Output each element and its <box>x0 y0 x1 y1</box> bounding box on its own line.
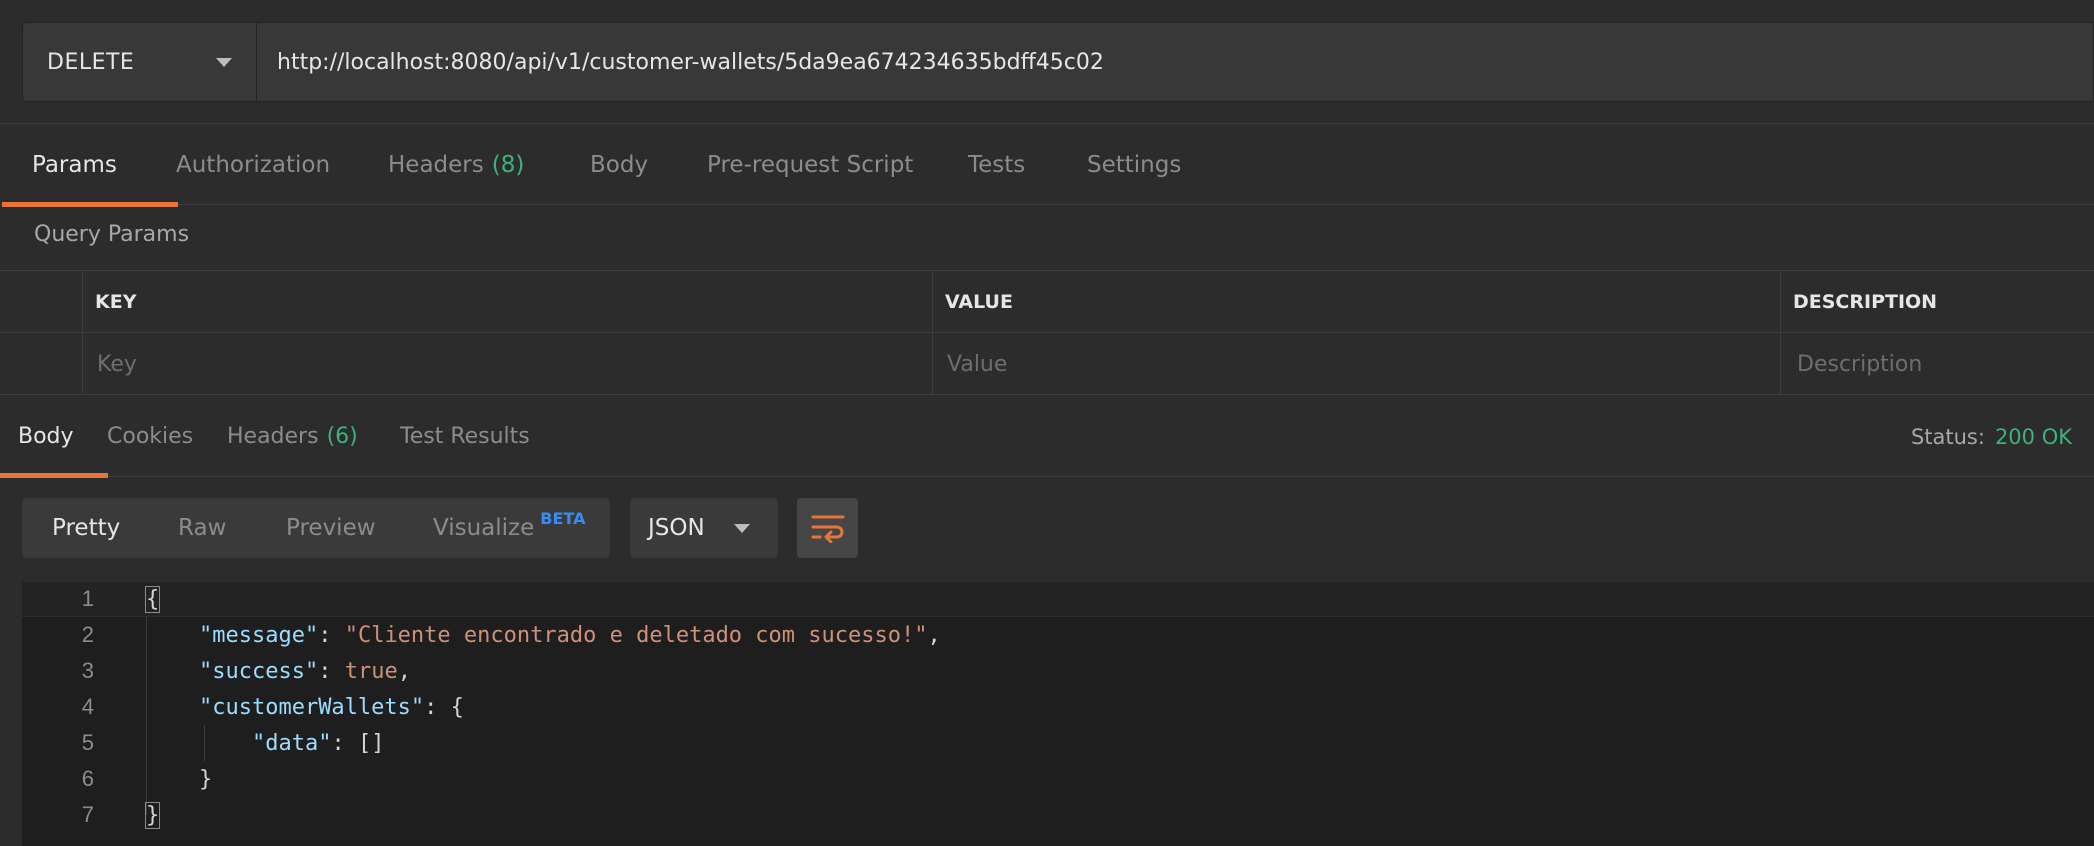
tab-label: Settings <box>1087 152 1182 178</box>
active-tab-indicator <box>2 202 178 207</box>
code-text: "customerWallets": { <box>198 694 464 720</box>
tab-label: Pre-request Script <box>707 152 914 178</box>
description-input[interactable]: Description <box>1780 333 2094 395</box>
line-number: 5 <box>81 730 94 755</box>
wrap-lines-icon <box>811 515 844 543</box>
tab-test-results[interactable]: Test Results <box>400 396 530 477</box>
code-text: "message": "Cliente encontrado e deletad… <box>198 622 941 648</box>
column-header-description: DESCRIPTION <box>1780 271 2094 333</box>
table-header-row: KEY VALUE DESCRIPTION <box>0 271 2094 333</box>
view-raw-button[interactable]: Raw <box>178 498 226 558</box>
code-text: } <box>144 801 161 829</box>
code-line: 3 "success": true, <box>22 653 2094 689</box>
line-number: 6 <box>81 766 94 791</box>
wrap-lines-button[interactable] <box>797 498 858 558</box>
code-text: "data": [] <box>251 730 385 756</box>
code-line: 5 "data": [] <box>22 725 2094 761</box>
tab-count: (6) <box>326 424 358 449</box>
line-number: 1 <box>81 586 94 611</box>
tab-label: Headers <box>388 152 484 178</box>
view-visualize-button[interactable]: Visualize BETA <box>433 498 585 558</box>
request-tabs: Params Authorization Headers (8) Body Pr… <box>0 123 2094 207</box>
format-label: JSON <box>648 515 705 541</box>
key-input[interactable]: Key <box>82 333 932 395</box>
tab-params[interactable]: Params <box>2 124 178 207</box>
value-input[interactable]: Value <box>932 333 1780 395</box>
code-text: { <box>144 585 161 613</box>
column-header-key: KEY <box>82 271 932 333</box>
beta-badge: BETA <box>540 508 586 528</box>
query-params-title: Query Params <box>34 222 190 247</box>
query-params-table: KEY VALUE DESCRIPTION Key Value Descript… <box>0 270 2094 395</box>
view-pretty-button[interactable]: Pretty <box>52 498 120 558</box>
active-tab-indicator <box>0 473 108 478</box>
code-text: "success": true, <box>198 658 411 684</box>
code-line: 4 "customerWallets": { <box>22 689 2094 725</box>
chevron-down-icon <box>216 58 232 67</box>
line-number: 2 <box>81 622 94 647</box>
view-preview-button[interactable]: Preview <box>286 498 376 558</box>
tab-settings[interactable]: Settings <box>1087 124 1181 206</box>
column-header-value: VALUE <box>932 271 1780 333</box>
tab-response-headers[interactable]: Headers (6) <box>227 396 358 477</box>
tab-tests[interactable]: Tests <box>968 124 1025 206</box>
line-number: 4 <box>81 694 94 719</box>
tab-cookies[interactable]: Cookies <box>107 396 193 477</box>
view-mode-group: Pretty Raw Preview Visualize BETA <box>22 498 610 558</box>
tab-label: Params <box>32 152 117 178</box>
method-label: DELETE <box>47 49 135 75</box>
url-input[interactable]: http://localhost:8080/api/v1/customer-wa… <box>256 22 2094 102</box>
status-label: Status: <box>1910 424 1985 449</box>
code-text: } <box>198 766 213 792</box>
method-select[interactable]: DELETE <box>22 22 256 102</box>
tab-label: Test Results <box>400 424 530 449</box>
tab-response-body[interactable]: Body <box>0 396 108 478</box>
tab-body[interactable]: Body <box>590 124 648 206</box>
line-number: 3 <box>81 658 94 683</box>
code-line: 6 } <box>22 761 2094 797</box>
code-line: 7 } <box>22 797 2094 833</box>
code-line: 1 { <box>22 581 2094 617</box>
code-line: 2 "message": "Cliente encontrado e delet… <box>22 617 2094 653</box>
chevron-down-icon <box>734 524 750 533</box>
tab-authorization[interactable]: Authorization <box>176 124 330 206</box>
status-badge: 200 OK <box>1994 424 2072 449</box>
tab-label: Body <box>18 424 74 449</box>
tab-label: Headers <box>227 424 319 449</box>
response-tabs: Body Cookies Headers (6) Test Results St… <box>0 396 2094 478</box>
tab-label: Tests <box>968 152 1026 178</box>
request-bar: DELETE http://localhost:8080/api/v1/cust… <box>0 0 2094 123</box>
line-number: 7 <box>81 802 94 827</box>
tab-label: Authorization <box>176 152 331 178</box>
response-body-editor[interactable]: 1 { 2 "message": "Cliente encontrado e d… <box>22 581 2094 846</box>
tab-label: Body <box>590 152 649 178</box>
table-row: Key Value Description <box>0 333 2094 395</box>
url-text: http://localhost:8080/api/v1/customer-wa… <box>277 49 1104 75</box>
response-status: Status: 200 OK <box>1911 396 2072 477</box>
tab-label: Cookies <box>107 424 194 449</box>
tab-count: (8) <box>491 152 525 178</box>
tab-pre-request-script[interactable]: Pre-request Script <box>707 124 913 206</box>
format-select[interactable]: JSON <box>630 498 778 558</box>
tab-headers[interactable]: Headers (8) <box>388 124 524 206</box>
